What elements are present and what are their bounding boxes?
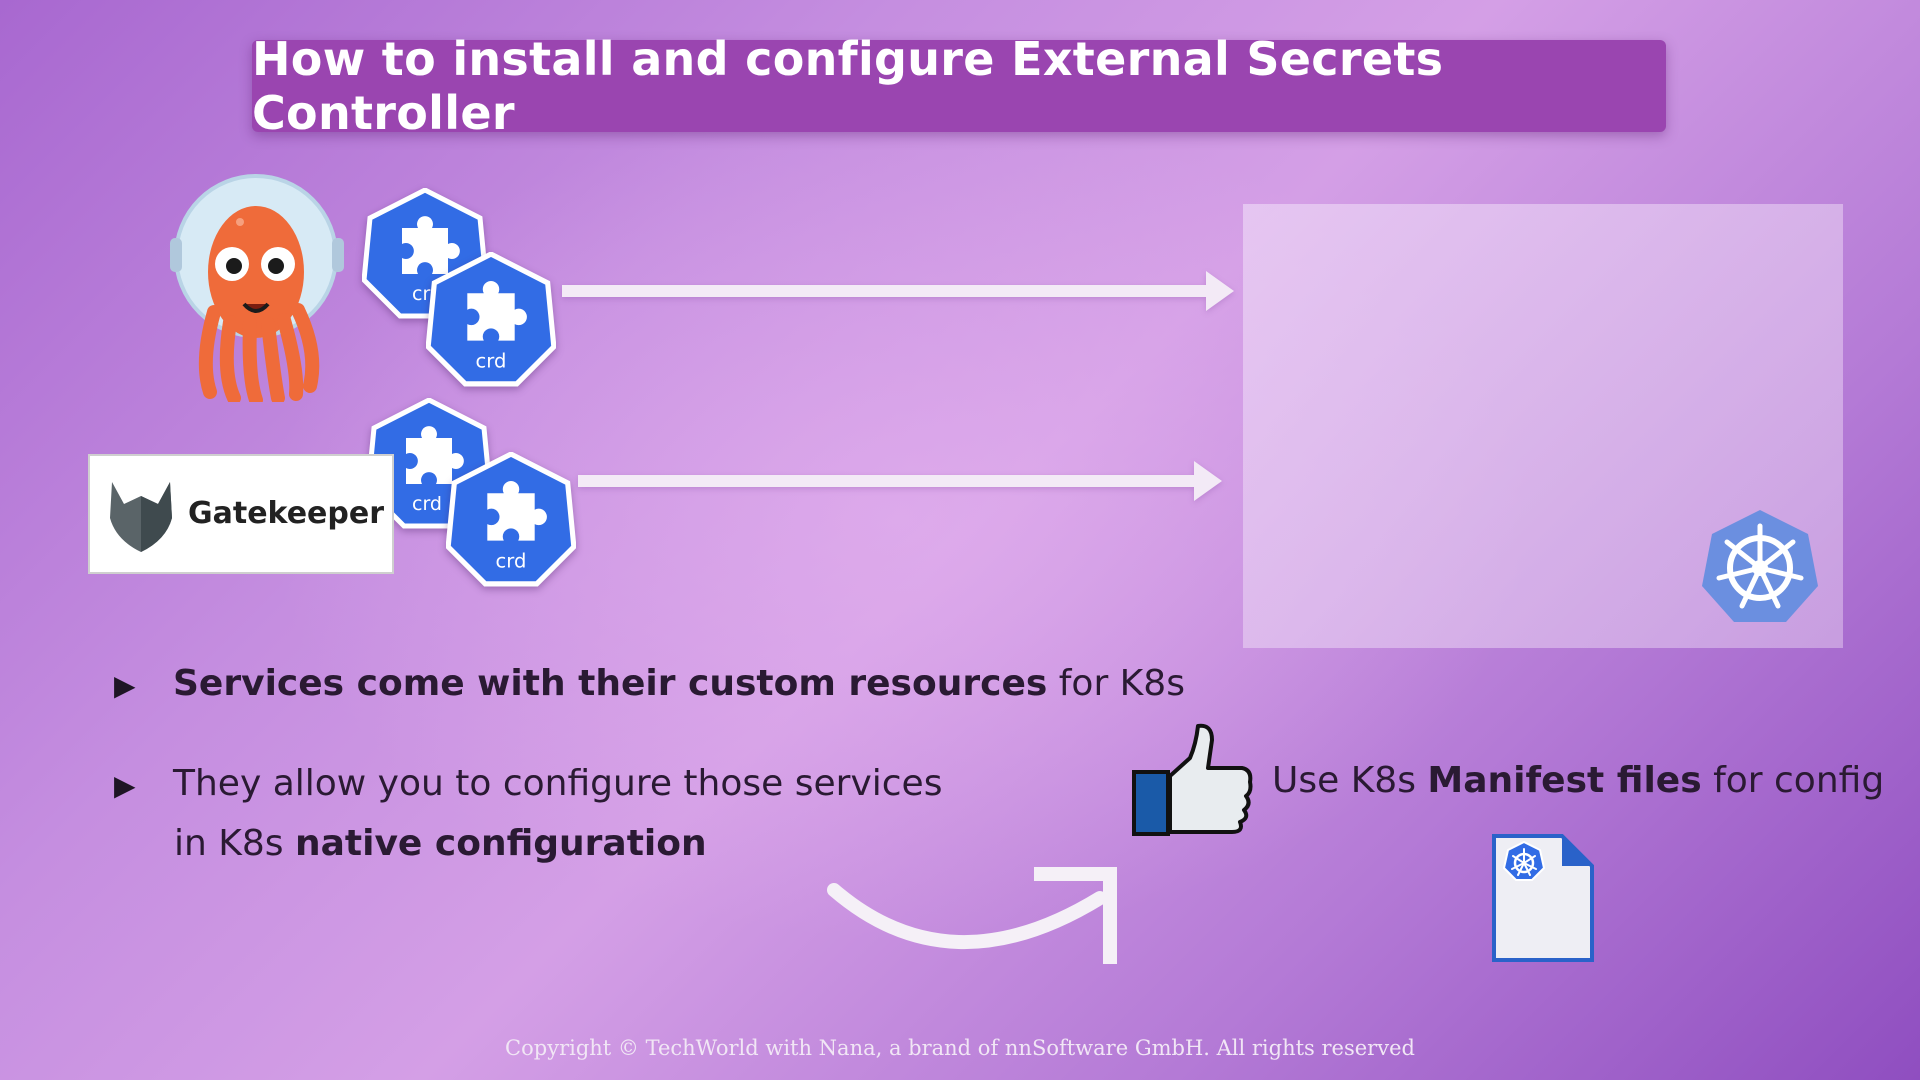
manifest-statement: Use K8s Manifest files for config <box>1272 760 1884 801</box>
argo-octopus-icon <box>170 174 344 402</box>
gatekeeper-label: Gatekeeper <box>188 496 385 531</box>
kubernetes-wheel-icon <box>1702 510 1818 622</box>
bullet-arrow-icon: ▶ <box>114 769 136 802</box>
manifest-file-icon <box>1492 834 1594 962</box>
copyright-footer: Copyright © TechWorld with Nana, a brand… <box>505 1036 1415 1060</box>
bullet-text: for K8s <box>1047 663 1185 704</box>
gatekeeper-card: Gatekeeper <box>88 454 394 574</box>
arrow-right-icon <box>562 271 1234 311</box>
crd-label: crd <box>476 349 507 372</box>
manifest-bold: Manifest files <box>1427 760 1702 801</box>
bullet-text: They allow you to configure those servic… <box>173 763 943 804</box>
bullet-item: ▶ They allow you to configure those serv… <box>114 763 942 804</box>
bullet-arrow-icon: ▶ <box>114 669 136 702</box>
curved-arrow-icon <box>827 867 1117 964</box>
bullet-continuation: in K8s native configuration <box>174 823 707 864</box>
gatekeeper-logo-icon <box>110 482 172 552</box>
bullet-text: in K8s <box>174 823 295 864</box>
crd-label: crd <box>412 493 442 515</box>
arrow-right-icon <box>578 461 1222 501</box>
thumbs-up-icon <box>1132 723 1253 836</box>
title-banner: How to install and configure External Se… <box>252 32 1666 140</box>
slide-title: How to install and configure External Se… <box>252 32 1444 140</box>
bullet-bold-text: Services come with their custom resource… <box>173 663 1048 704</box>
crd-puzzle-icon: crd <box>426 252 556 387</box>
bullet-item: ▶ Services come with their custom resour… <box>114 663 1185 704</box>
bullet-bold-text: native configuration <box>294 823 707 864</box>
crd-puzzle-icon: crd <box>446 452 576 587</box>
crd-label: crd <box>496 549 527 572</box>
manifest-prefix: Use K8s <box>1272 760 1428 801</box>
manifest-suffix: for config <box>1701 760 1885 801</box>
